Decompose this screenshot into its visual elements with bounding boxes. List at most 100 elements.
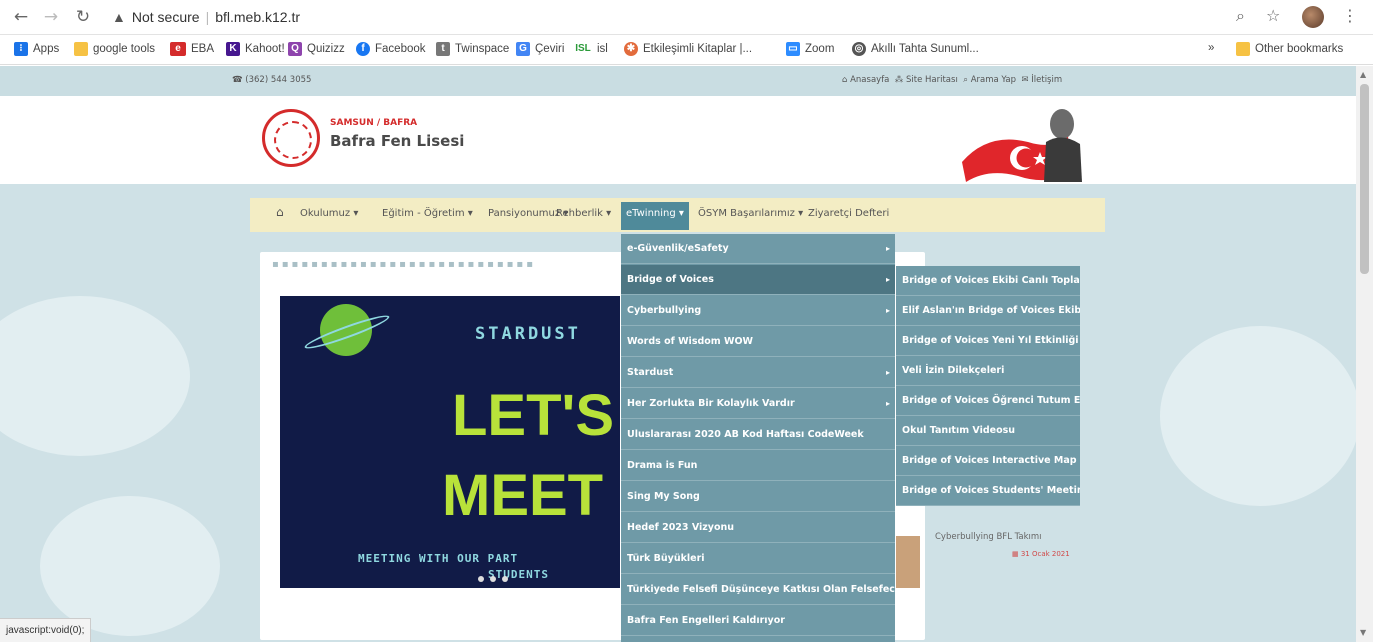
bookmark-label: Zoom [805, 43, 835, 55]
dropdown-item[interactable]: Cyberbullying ▸ [621, 296, 895, 326]
search-link[interactable]: ⌕ Arama Yap [963, 75, 1016, 85]
page-scrollbar[interactable]: ▲ ▼ [1356, 66, 1373, 642]
news-title[interactable]: Cyberbullying BFL Takımı [935, 532, 1042, 542]
slider-dot[interactable] [490, 576, 496, 582]
sitemap-link[interactable]: ⁂ Site Haritası [895, 75, 958, 85]
slider-dot[interactable] [502, 576, 508, 582]
bookmark-google-tools[interactable]: google tools [74, 42, 155, 56]
translate-icon: G [516, 42, 530, 56]
address-bar[interactable]: ▲ Not secure | bfl.meb.k12.tr [112, 4, 1222, 30]
submenu-item[interactable]: Bridge of Voices Ekibi Canlı Toplantısı [896, 266, 1080, 296]
bookmarks-overflow-button[interactable]: » [1208, 42, 1214, 54]
dropdown-item-label: Bafra Fen Engelleri Kaldırıyor [627, 615, 785, 626]
submenu-item[interactable]: Bridge of Voices Interactive Map [896, 446, 1080, 476]
submenu-item[interactable]: Elif Aslan'ın Bridge of Voices Ekibi [896, 296, 1080, 326]
slider-dot[interactable] [478, 576, 484, 582]
dropdown-item[interactable]: Bridge of Voices ▸ [621, 265, 895, 295]
bookmark-ceviri[interactable]: G Çeviri [516, 42, 564, 56]
home-icon[interactable]: ⌂ [276, 205, 284, 219]
nav-ziyaretci-defteri[interactable]: Ziyaretçi Defteri [808, 208, 889, 219]
submenu-item-label: Bridge of Voices Ekibi Canlı Toplantısı [902, 275, 1080, 286]
nav-label: eTwinning [626, 208, 676, 219]
meb-logo[interactable] [262, 109, 320, 167]
dropdown-item[interactable]: Sing My Song [621, 482, 895, 512]
dropdown-item[interactable]: Uluslararası 2020 AB Kod Haftası CodeWee… [621, 420, 895, 450]
link-label: Site Haritası [906, 75, 958, 85]
submenu-item-label: Bridge of Voices Interactive Map [902, 455, 1077, 466]
quizizz-icon: Q [288, 42, 302, 56]
submenu-item-label: Okul Tanıtım Videosu [902, 425, 1016, 436]
forward-arrow-icon[interactable]: → [40, 6, 62, 28]
bookmark-other[interactable]: Other bookmarks [1236, 42, 1343, 56]
globe-icon: ◎ [852, 42, 866, 56]
submenu-item-label: Veli İzin Dilekçeleri [902, 365, 1005, 376]
link-label: Anasayfa [850, 75, 890, 85]
bookmark-akilli-tahta[interactable]: ◎ Akıllı Tahta Sunuml... [852, 42, 979, 56]
bookmark-twinspace[interactable]: t Twinspace [436, 42, 509, 56]
slider-image[interactable]: STARDUST LET'S MEET MEETING WITH OUR PAR… [280, 296, 620, 588]
nav-rehberlik[interactable]: Rehberlik ▾ [556, 208, 611, 219]
eba-icon: e [170, 42, 186, 56]
dropdown-item[interactable]: Her Zorlukta Bir Kolaylık Vardır ▸ [621, 389, 895, 419]
top-links: ⌂ Anasayfa ⁂ Site Haritası ⌕ Arama Yap ✉… [842, 75, 1062, 85]
bookmark-apps[interactable]: ⁝ Apps [14, 42, 59, 56]
web-page: ☎ (362) 544 3055 ⌂ Anasayfa ⁂ Site Harit… [0, 66, 1356, 642]
dropdown-item[interactable]: Drama is Fun [621, 451, 895, 481]
scroll-down-arrow-icon[interactable]: ▼ [1360, 628, 1366, 637]
nav-label: Ziyaretçi Defteri [808, 208, 890, 219]
news-thumbnail[interactable] [896, 536, 920, 588]
bookmark-facebook[interactable]: f Facebook [356, 42, 426, 56]
reload-icon[interactable]: ↻ [72, 6, 94, 28]
nav-label: Pansiyonumuz [488, 208, 561, 219]
dropdown-item-label: Bridge of Voices [627, 274, 714, 285]
dropdown-item-label: Sing My Song [627, 491, 700, 502]
bookmark-kahoot[interactable]: K Kahoot! [226, 42, 285, 56]
nav-label: ÖSYM Başarılarımız [698, 208, 795, 219]
contact-link[interactable]: ✉ İletişim [1021, 75, 1062, 85]
star-bookmark-icon[interactable]: ☆ [1266, 6, 1280, 25]
dropdown-item-label: Her Zorlukta Bir Kolaylık Vardır [627, 398, 795, 409]
background-doodle [40, 496, 220, 636]
bookmark-label: EBA [191, 43, 215, 55]
dropdown-item-label: Hedef 2023 Vizyonu [627, 522, 735, 533]
bookmark-etkilesimli[interactable]: ✱ Etkileşimli Kitaplar |... [624, 42, 752, 56]
dropdown-item[interactable]: Bafra Fen Engelleri Kaldırıyor [621, 606, 895, 636]
bookmark-zoom[interactable]: ▭ Zoom [786, 42, 834, 56]
submenu-item[interactable]: Okul Tanıtım Videosu [896, 416, 1080, 446]
profile-avatar[interactable] [1302, 6, 1324, 28]
folder-icon [74, 42, 88, 56]
submenu-item[interactable]: Bridge of Voices Yeni Yıl Etkinliği [896, 326, 1080, 356]
submenu-item-label: Elif Aslan'ın Bridge of Voices Ekibi [902, 305, 1080, 316]
nav-osym-basarilarimiz[interactable]: ÖSYM Başarılarımız ▾ [698, 208, 803, 219]
torn-paper-edge: ▪▪▪▪▪▪▪▪▪▪▪▪▪▪▪▪▪▪▪▪▪▪▪▪▪▪▪ [272, 259, 536, 270]
slide-meet: MEET [442, 463, 604, 528]
link-label: İletişim [1031, 75, 1063, 85]
chevron-right-icon: ▸ [885, 306, 890, 315]
home-link[interactable]: ⌂ Anasayfa [842, 75, 889, 85]
nav-etwinning[interactable]: eTwinning ▾ [621, 202, 689, 230]
kebab-menu-icon[interactable]: ⋮ [1342, 6, 1358, 25]
bookmark-eba[interactable]: e EBA [170, 42, 214, 56]
school-name[interactable]: Bafra Fen Lisesi [330, 132, 464, 150]
bookmark-isl[interactable]: ISL isl [574, 42, 608, 56]
nav-okulumuz[interactable]: Okulumuz ▾ [300, 208, 358, 219]
dropdown-item-label: Words of Wisdom WOW [627, 336, 754, 347]
bookmark-quizizz[interactable]: Q Quizizz [288, 42, 345, 56]
submenu-item[interactable]: Veli İzin Dilekçeleri [896, 356, 1080, 386]
scroll-up-arrow-icon[interactable]: ▲ [1360, 70, 1366, 79]
nav-label: Rehberlik [556, 208, 603, 219]
dropdown-item[interactable]: Türkiyede Felsefi Düşünceye Katkısı Olan… [621, 575, 895, 605]
nav-egitim-ogretim[interactable]: Eğitim - Öğretim ▾ [382, 208, 473, 219]
bookmark-label: Quizizz [307, 43, 345, 55]
zoom-icon[interactable]: ⌕ [1236, 6, 1245, 26]
folder-icon [1236, 42, 1250, 56]
back-arrow-icon[interactable]: ← [10, 6, 32, 28]
scroll-thumb[interactable] [1360, 84, 1369, 274]
dropdown-item[interactable]: e-Güvenlik/eSafety ▸ [621, 234, 895, 264]
submenu-item[interactable]: Bridge of Voices Öğrenci Tutum Etkinliği [896, 386, 1080, 416]
dropdown-item[interactable]: Words of Wisdom WOW [621, 327, 895, 357]
dropdown-item[interactable]: Stardust ▸ [621, 358, 895, 388]
dropdown-item[interactable]: Hedef 2023 Vizyonu [621, 513, 895, 543]
dropdown-item[interactable]: Türk Büyükleri [621, 544, 895, 574]
submenu-item[interactable]: Bridge of Voices Students' Meeting [896, 476, 1080, 506]
